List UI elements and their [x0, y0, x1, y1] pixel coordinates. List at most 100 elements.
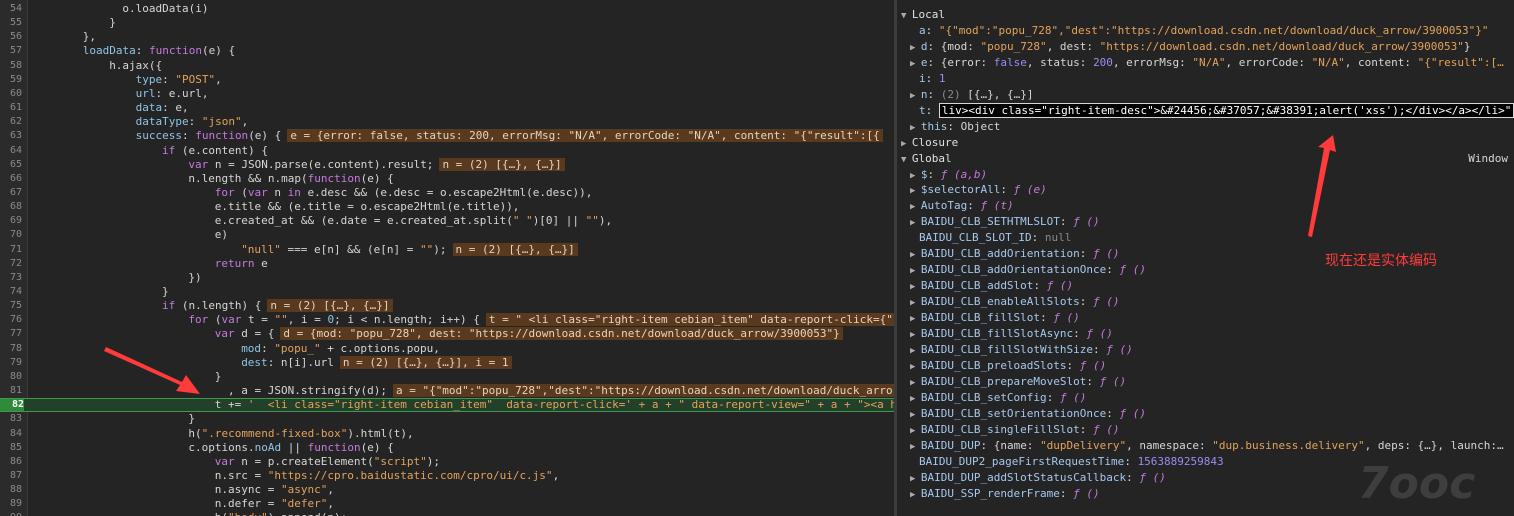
scope-row[interactable]: ▶ BAIDU_CLB_fillSlotAsync: ƒ ()	[897, 326, 1514, 342]
code-line[interactable]: 67 for (var n in e.desc && (e.desc = o.es…	[0, 186, 894, 200]
scope-row[interactable]: a: "{"mod":"popu_728","dest":"https://do…	[897, 23, 1514, 39]
code-line[interactable]: 58 h.ajax({	[0, 59, 894, 73]
scope-row[interactable]: ▶ BAIDU_CLB_prepareMoveSlot: ƒ ()	[897, 374, 1514, 390]
code-line[interactable]: 90 h("body").append(n);	[0, 511, 894, 516]
code-line[interactable]: 88 n.async = "async",	[0, 483, 894, 497]
collapsed-triangle-icon[interactable]: ▶	[901, 139, 912, 149]
collapsed-triangle-icon[interactable]: ▶	[910, 266, 921, 276]
line-number[interactable]: 70	[0, 228, 22, 242]
line-number[interactable]: 76	[0, 313, 22, 327]
line-number[interactable]: 59	[0, 73, 22, 87]
line-number[interactable]: 60	[0, 87, 22, 101]
collapsed-triangle-icon[interactable]: ▶	[910, 43, 921, 53]
scope-row[interactable]: ▶ e: {error: false, status: 200, errorMs…	[897, 55, 1514, 71]
code-line[interactable]: 66 n.length && n.map(function(e) {	[0, 172, 894, 186]
line-number[interactable]: 79	[0, 356, 22, 370]
code-line[interactable]: 65 var n = JSON.parse(e.content).result; n…	[0, 157, 894, 172]
line-number[interactable]: 54	[0, 2, 22, 16]
line-number[interactable]: 62	[0, 115, 22, 129]
scope-row[interactable]: ▶ BAIDU_CLB_fillSlot: ƒ ()	[897, 310, 1514, 326]
line-number[interactable]: 89	[0, 497, 22, 511]
line-number[interactable]: 65	[0, 158, 22, 172]
collapsed-triangle-icon[interactable]: ▶	[910, 186, 921, 196]
line-number[interactable]: 55	[0, 16, 22, 30]
line-number[interactable]: 78	[0, 342, 22, 356]
line-number[interactable]: 88	[0, 483, 22, 497]
scope-row[interactable]: ▶ BAIDU_CLB_addSlot: ƒ ()	[897, 278, 1514, 294]
collapsed-triangle-icon[interactable]: ▶	[910, 490, 921, 500]
collapsed-triangle-icon[interactable]: ▶	[910, 330, 921, 340]
scope-row[interactable]: ▶ BAIDU_CLB_setOrientationOnce: ƒ ()	[897, 406, 1514, 422]
line-number[interactable]: 77	[0, 327, 22, 341]
collapsed-triangle-icon[interactable]: ▶	[910, 474, 921, 484]
code-line[interactable]: 81 , a = JSON.stringify(d); a = "{"mod":"p…	[0, 384, 894, 398]
scope-row[interactable]: ▶ BAIDU_CLB_preloadSlots: ƒ ()	[897, 358, 1514, 374]
line-number[interactable]: 63	[0, 129, 22, 143]
code-line[interactable]: 82 t += ' <li class="right-item cebian_it…	[0, 398, 894, 413]
scope-row[interactable]: ▼ Local	[897, 7, 1514, 23]
collapsed-triangle-icon[interactable]: ▶	[910, 378, 921, 388]
line-number[interactable]: 80	[0, 370, 22, 384]
line-number[interactable]: 81	[0, 384, 22, 398]
code-line[interactable]: 61 data: e,	[0, 101, 894, 115]
code-line[interactable]: 69 e.created_at && (e.date = e.created_at…	[0, 214, 894, 228]
collapsed-triangle-icon[interactable]: ▶	[910, 202, 921, 212]
line-number[interactable]: 61	[0, 101, 22, 115]
collapsed-triangle-icon[interactable]: ▶	[910, 426, 921, 436]
code-line[interactable]: 79 dest: n[i].url n = (2) [{…}, {…}], i = …	[0, 355, 894, 370]
scope-row[interactable]: ▶ BAIDU_CLB_enableAllSlots: ƒ ()	[897, 294, 1514, 310]
collapsed-triangle-icon[interactable]: ▶	[910, 362, 921, 372]
code-line[interactable]: 57 loadData: function(e) {	[0, 44, 894, 58]
code-line[interactable]: 78 mod: "popu_" + c.options.popu,	[0, 342, 894, 356]
collapsed-triangle-icon[interactable]: ▶	[910, 410, 921, 420]
line-number[interactable]: 67	[0, 186, 22, 200]
scope-row[interactable]: i: 1	[897, 71, 1514, 87]
scope-row[interactable]: ▶ BAIDU_CLB_fillSlotWithSize: ƒ ()	[897, 342, 1514, 358]
code-line[interactable]: 83}	[0, 412, 894, 426]
collapsed-triangle-icon[interactable]: ▶	[910, 250, 921, 260]
code-line[interactable]: 72 return e	[0, 257, 894, 271]
collapsed-triangle-icon[interactable]: ▶	[910, 171, 921, 181]
scope-row[interactable]: ▶ n: (2) [{…}, {…}]	[897, 87, 1514, 103]
code-line[interactable]: 73})	[0, 271, 894, 285]
code-line[interactable]: 68 e.title && (e.title = o.escape2Html(e.…	[0, 200, 894, 214]
expanded-triangle-icon[interactable]: ▼	[901, 11, 912, 21]
code-line[interactable]: 63 success: function(e) {e = {error: fals…	[0, 129, 894, 143]
collapsed-triangle-icon[interactable]: ▶	[910, 442, 921, 452]
code-line[interactable]: 54 o.loadData(i)	[0, 2, 894, 16]
line-number[interactable]: 75	[0, 299, 22, 313]
line-number[interactable]: 83	[0, 412, 22, 426]
code-line[interactable]: 55}	[0, 16, 894, 30]
line-number[interactable]: 71	[0, 243, 22, 257]
line-number[interactable]: 82	[0, 399, 24, 412]
code-line[interactable]: 60 url: e.url,	[0, 87, 894, 101]
line-number[interactable]: 69	[0, 214, 22, 228]
line-number[interactable]: 64	[0, 144, 22, 158]
code-line[interactable]: 71 "null" === e[n] && (e[n] = ""); n = (2)…	[0, 242, 894, 257]
line-number[interactable]: 84	[0, 427, 22, 441]
code-line[interactable]: 64 if (e.content) {	[0, 144, 894, 158]
line-number[interactable]: 90	[0, 511, 22, 516]
collapsed-triangle-icon[interactable]: ▶	[910, 91, 921, 101]
value-edit-box[interactable]: liv><div class="right-item-desc">&#24456…	[938, 102, 1514, 118]
scope-row[interactable]: ▶ BAIDU_CLB_singleFillSlot: ƒ ()	[897, 422, 1514, 438]
scope-row[interactable]: t: liv><div class="right-item-desc">&#24…	[897, 102, 1514, 119]
code-line[interactable]: 77 var d = {d = {mod: "popu_728", dest: "…	[0, 327, 894, 341]
code-line[interactable]: 56},	[0, 30, 894, 44]
scope-row[interactable]: ▶ Closure	[897, 135, 1514, 151]
line-number[interactable]: 74	[0, 285, 22, 299]
scope-row[interactable]: ▶ $selectorAll: ƒ (e)	[897, 182, 1514, 198]
scope-row[interactable]: BAIDU_CLB_SLOT_ID: null	[897, 230, 1514, 246]
scope-row[interactable]: ▶ this: Object	[897, 119, 1514, 135]
line-number[interactable]: 57	[0, 44, 22, 58]
line-number[interactable]: 72	[0, 257, 22, 271]
code-line[interactable]: 74}	[0, 285, 894, 299]
scope-row[interactable]: ▶ $: ƒ (a,b)	[897, 167, 1514, 183]
code-line[interactable]: 80}	[0, 370, 894, 384]
code-line[interactable]: 85 c.options.noAd || function(e) {	[0, 441, 894, 455]
code-line[interactable]: 76 for (var t = "", i = 0; i < n.length; …	[0, 313, 894, 327]
scope-row[interactable]: ▼ Global Window	[897, 151, 1514, 167]
scope-row[interactable]: ▶ AutoTag: ƒ (t)	[897, 198, 1514, 214]
code-line[interactable]: 59 type: "POST",	[0, 73, 894, 87]
line-number[interactable]: 86	[0, 455, 22, 469]
